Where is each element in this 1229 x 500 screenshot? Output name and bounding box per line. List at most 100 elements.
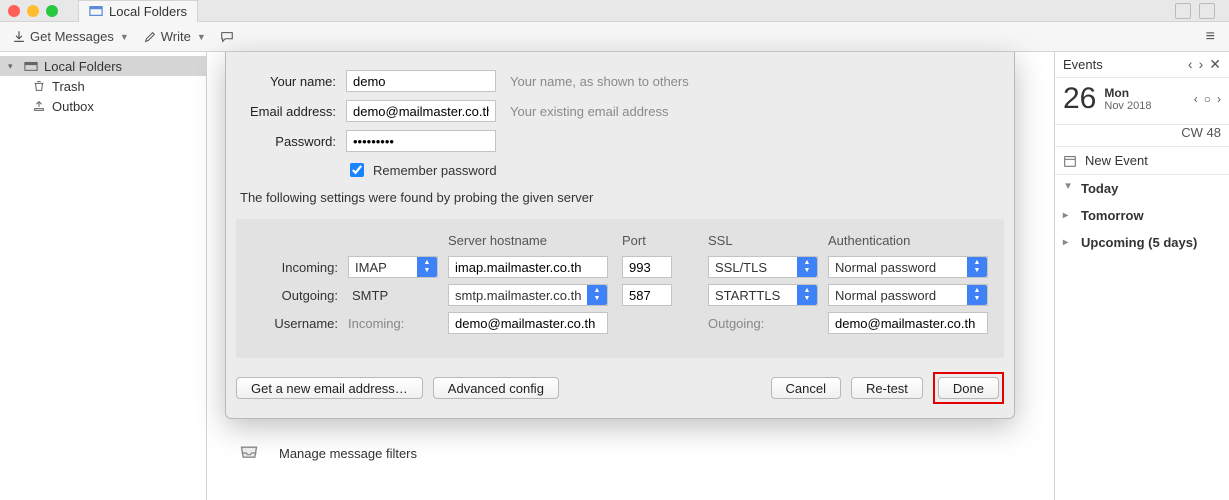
- events-cw: CW 48: [1055, 125, 1229, 147]
- events-day-number: 26: [1063, 82, 1096, 116]
- events-date-block: 26 Mon Nov 2018 ‹ ○ ›: [1055, 78, 1229, 125]
- write-button[interactable]: Write ▼: [139, 27, 210, 46]
- date-prev-icon[interactable]: ‹: [1194, 92, 1198, 106]
- outgoing-host-select[interactable]: smtp.mailmaster.co.th: [448, 284, 608, 306]
- events-close-icon[interactable]: ✕: [1209, 56, 1221, 73]
- chat-icon: [220, 30, 234, 44]
- window-titlebar: Local Folders: [0, 0, 1229, 22]
- incoming-protocol-select[interactable]: IMAP: [348, 256, 438, 278]
- remember-password-label: Remember password: [373, 163, 497, 178]
- events-group-label: Upcoming (5 days): [1081, 235, 1197, 250]
- calendar-plus-icon: [1063, 154, 1077, 168]
- incoming-auth-select[interactable]: Normal password: [828, 256, 988, 278]
- retest-button[interactable]: Re-test: [851, 377, 923, 399]
- stepper-icon: [417, 257, 437, 277]
- username-incoming-sub: Incoming:: [348, 316, 404, 331]
- minimize-window-button[interactable]: [27, 5, 39, 17]
- date-today-icon[interactable]: ○: [1204, 92, 1211, 106]
- tree-root-label: Local Folders: [44, 59, 122, 74]
- email-label: Email address:: [236, 104, 336, 119]
- manage-filters-label: Manage message filters: [279, 446, 417, 461]
- header-port: Port: [622, 233, 708, 248]
- events-group-label: Tomorrow: [1081, 208, 1144, 223]
- get-new-address-button[interactable]: Get a new email address…: [236, 377, 423, 399]
- stepper-icon: [797, 285, 817, 305]
- remember-password-checkbox[interactable]: [350, 163, 364, 177]
- tab-local-folders[interactable]: Local Folders: [78, 0, 198, 22]
- new-event-label: New Event: [1085, 153, 1148, 168]
- caret-down-icon: ▾: [8, 61, 18, 72]
- manage-filters-row[interactable]: Manage message filters: [235, 430, 1054, 476]
- tree-item-label: Trash: [52, 79, 85, 94]
- download-icon: [12, 30, 26, 44]
- stepper-icon: [967, 285, 987, 305]
- zoom-window-button[interactable]: [46, 5, 58, 17]
- events-group-tomorrow[interactable]: ▸ Tomorrow: [1055, 202, 1229, 229]
- events-group-today[interactable]: ▸ Today: [1055, 175, 1229, 202]
- outgoing-auth-select[interactable]: Normal password: [828, 284, 988, 306]
- events-group-label: Today: [1081, 181, 1118, 196]
- chevron-down-icon: ▼: [120, 32, 129, 42]
- stepper-icon: [967, 257, 987, 277]
- outgoing-label: Outgoing:: [248, 288, 348, 303]
- tree-item-label: Outbox: [52, 99, 94, 114]
- tab-label: Local Folders: [109, 4, 187, 19]
- header-server-hostname: Server hostname: [448, 233, 622, 248]
- username-label: Username:: [248, 316, 348, 331]
- your-name-hint: Your name, as shown to others: [510, 74, 689, 89]
- write-label: Write: [161, 29, 191, 44]
- trash-icon: [32, 79, 46, 93]
- caret-right-icon: ▸: [1063, 237, 1073, 248]
- local-folders-icon: [24, 59, 38, 73]
- main-toolbar: Get Messages ▼ Write ▼ ≡: [0, 22, 1229, 52]
- chevron-down-icon: ▼: [197, 32, 206, 42]
- your-name-input[interactable]: [346, 70, 496, 92]
- calendar-grid-icon[interactable]: [1199, 3, 1215, 19]
- tray-icon: [235, 442, 263, 464]
- password-label: Password:: [236, 134, 336, 149]
- events-day-name: Mon: [1104, 86, 1129, 100]
- menu-icon[interactable]: ≡: [1206, 28, 1215, 46]
- header-auth: Authentication: [828, 233, 992, 248]
- close-window-button[interactable]: [8, 5, 20, 17]
- incoming-ssl-select[interactable]: SSL/TLS: [708, 256, 818, 278]
- header-ssl: SSL: [708, 233, 828, 248]
- cancel-button[interactable]: Cancel: [771, 377, 841, 399]
- events-next-icon[interactable]: ›: [1199, 56, 1204, 73]
- advanced-config-button[interactable]: Advanced config: [433, 377, 559, 399]
- events-panel: Events ‹ › ✕ 26 Mon Nov 2018 ‹ ○ › CW 48: [1054, 52, 1229, 500]
- server-settings-panel: Server hostname Port SSL Authentication …: [236, 219, 1004, 358]
- incoming-host-input[interactable]: [448, 256, 608, 278]
- folder-tree: ▾ Local Folders Trash Outbox: [0, 52, 207, 500]
- password-input[interactable]: [346, 130, 496, 152]
- username-outgoing-input[interactable]: [828, 312, 988, 334]
- folder-app-icon: [89, 4, 103, 18]
- events-prev-icon[interactable]: ‹: [1188, 56, 1193, 73]
- main-pane: Search messages Manage message filters Y…: [207, 52, 1054, 500]
- caret-down-icon: ▸: [1063, 184, 1074, 194]
- new-event-row[interactable]: New Event: [1055, 147, 1229, 175]
- tree-item-outbox[interactable]: Outbox: [0, 96, 206, 116]
- events-group-upcoming[interactable]: ▸ Upcoming (5 days): [1055, 229, 1229, 256]
- calendar-today-icon[interactable]: [1175, 3, 1191, 19]
- chat-button[interactable]: [216, 28, 238, 46]
- outgoing-port-input[interactable]: [622, 284, 672, 306]
- window-controls: [8, 5, 58, 17]
- incoming-port-input[interactable]: [622, 256, 672, 278]
- email-input[interactable]: [346, 100, 496, 122]
- date-next-icon[interactable]: ›: [1217, 92, 1221, 106]
- done-button[interactable]: Done: [938, 377, 999, 399]
- probe-result-text: The following settings were found by pro…: [240, 190, 1004, 205]
- pencil-icon: [143, 30, 157, 44]
- username-incoming-input[interactable]: [448, 312, 608, 334]
- tree-root-local-folders[interactable]: ▾ Local Folders: [0, 56, 206, 76]
- email-hint: Your existing email address: [510, 104, 669, 119]
- outgoing-ssl-select[interactable]: STARTTLS: [708, 284, 818, 306]
- outbox-icon: [32, 99, 46, 113]
- tree-item-trash[interactable]: Trash: [0, 76, 206, 96]
- get-messages-button[interactable]: Get Messages ▼: [8, 27, 133, 46]
- get-messages-label: Get Messages: [30, 29, 114, 44]
- your-name-label: Your name:: [236, 74, 336, 89]
- events-header: Events: [1063, 57, 1103, 72]
- stepper-icon: [587, 285, 607, 305]
